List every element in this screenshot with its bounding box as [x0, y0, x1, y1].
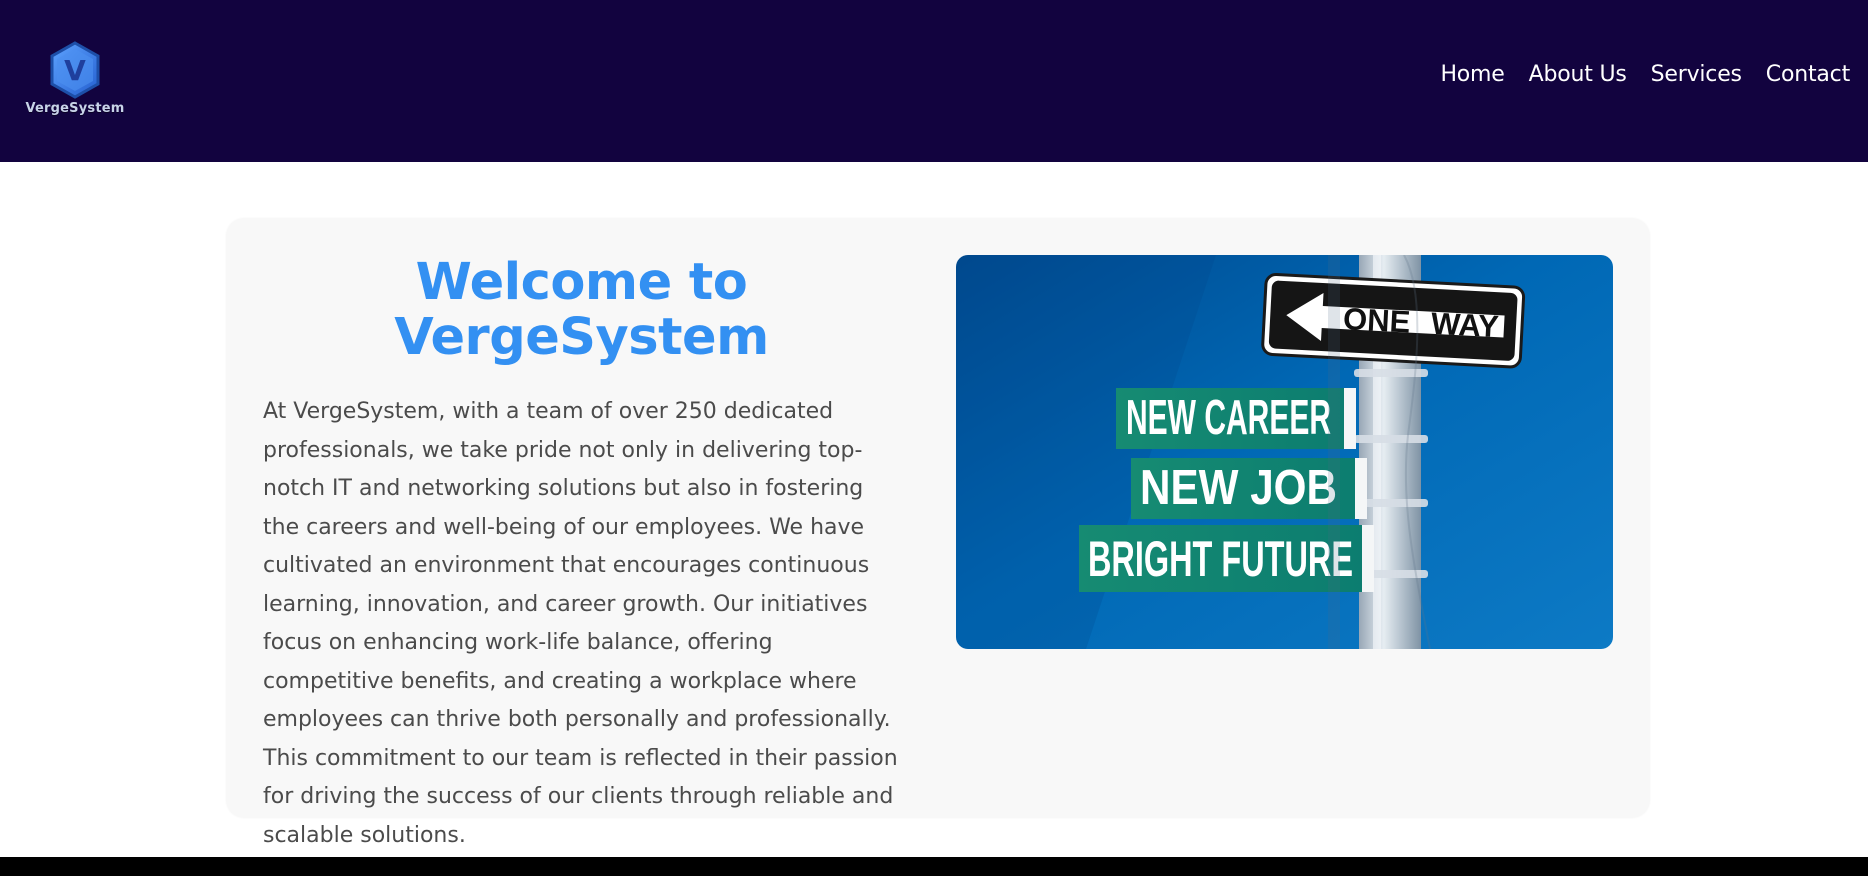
logo-icon: V: [50, 40, 100, 99]
brand-logo[interactable]: V VergeSystem: [20, 40, 130, 116]
page-title: Welcome to VergeSystem: [394, 253, 769, 368]
sign-new-career-text: NEW CAREER: [1126, 391, 1331, 445]
main-nav: Home About Us Services Contact: [1440, 62, 1850, 87]
nav-services-link[interactable]: Services: [1651, 62, 1742, 87]
career-signpost-image: ONE WAY NEW CAREER NEW JOB BRIGHT FUTURE: [956, 255, 1613, 649]
page-footer: [0, 857, 1868, 876]
nav-home-link[interactable]: Home: [1440, 62, 1504, 87]
sign-bright-future-text: BRIGHT FUTURE: [1088, 531, 1353, 587]
top-header: V VergeSystem Home About Us Services Con…: [0, 0, 1868, 162]
welcome-card: Welcome to VergeSystem At VergeSystem, w…: [226, 218, 1650, 848]
main-content: Welcome to VergeSystem At VergeSystem, w…: [0, 162, 1868, 857]
sign-way-text: WAY: [1430, 306, 1500, 345]
logo-letter: V: [64, 54, 86, 87]
sign-new-job-text: NEW JOB: [1140, 461, 1337, 515]
brand-name: VergeSystem: [25, 100, 125, 116]
sign-one-way-text: ONE: [1342, 301, 1411, 339]
nav-about-us-link[interactable]: About Us: [1529, 62, 1627, 87]
signpost-illustration: ONE WAY NEW CAREER NEW JOB BRIGHT FUTURE: [956, 255, 1613, 649]
welcome-description: At VergeSystem, with a team of over 250 …: [263, 399, 898, 848]
nav-contact-link[interactable]: Contact: [1766, 62, 1850, 87]
welcome-text-section: Welcome to VergeSystem At VergeSystem, w…: [263, 253, 900, 848]
